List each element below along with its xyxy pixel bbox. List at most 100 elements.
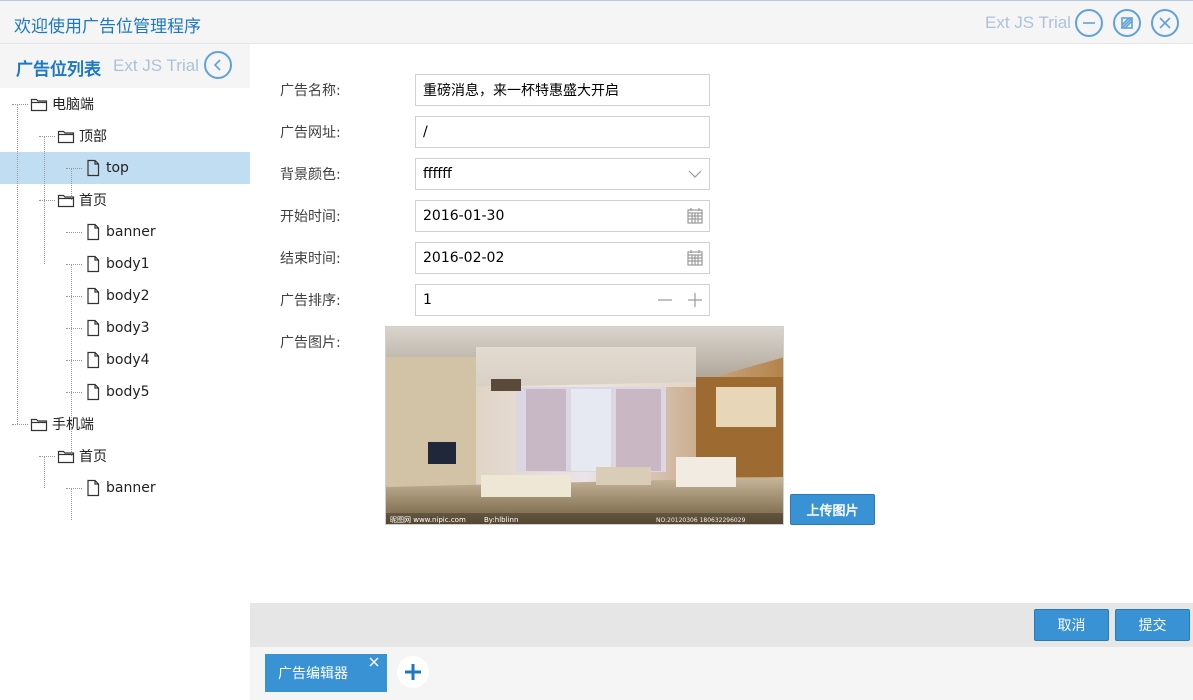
tree-connector (44, 456, 45, 488)
start-date-field[interactable]: 2016-01-30 (415, 200, 710, 232)
folder-icon (57, 127, 75, 145)
form-row-name: 广告名称: 重磅消息，来一杯特惠盛大开启 (280, 74, 710, 106)
url-value: / (423, 124, 428, 140)
start-date-value: 2016-01-30 (423, 208, 505, 224)
tree-node-label: body5 (106, 384, 150, 400)
folder-icon (30, 95, 48, 113)
tree-node[interactable]: 首页 (0, 184, 250, 216)
tree-connector (44, 136, 45, 264)
tree-node[interactable]: body1 (0, 248, 250, 280)
form-row-order: 广告排序: 1 (280, 284, 710, 316)
tab-label: 广告编辑器 (278, 666, 348, 682)
bgcolor-select[interactable]: ffffff (415, 158, 710, 190)
tree-connector (71, 264, 72, 456)
submit-button[interactable]: 提交 (1115, 609, 1190, 641)
close-icon[interactable] (1151, 9, 1179, 37)
add-tab-button[interactable] (397, 656, 429, 688)
file-icon (84, 159, 102, 177)
tree-node-label: top (106, 160, 129, 176)
cancel-button[interactable]: 取消 (1034, 609, 1109, 641)
tree-node[interactable]: body4 (0, 344, 250, 376)
end-date-field[interactable]: 2016-02-02 (415, 242, 710, 274)
url-field[interactable]: / (415, 116, 710, 148)
form-toolbar: 取消 提交 (250, 603, 1193, 647)
tree-node-label: body3 (106, 320, 150, 336)
order-value: 1 (423, 292, 432, 308)
folder-icon (30, 415, 48, 433)
calendar-icon[interactable] (679, 201, 709, 231)
file-icon (84, 319, 102, 337)
form-row-end: 结束时间: 2016-02-02 (280, 242, 710, 274)
tree-node[interactable]: 顶部 (0, 120, 250, 152)
tree-node-label: body2 (106, 288, 150, 304)
app-window: 欢迎使用广告位管理程序 Ext JS Trial 广告位列表 Ext JS Tr… (0, 0, 1193, 700)
end-label: 结束时间: (280, 251, 341, 267)
plus-icon (405, 664, 421, 680)
tree-node-label: 首页 (79, 449, 107, 465)
tree-node[interactable]: 手机端 (0, 408, 250, 440)
title-bar: 欢迎使用广告位管理程序 Ext JS Trial (0, 0, 1193, 44)
form-row-url: 广告网址: / (280, 116, 710, 148)
ad-editor-form: 广告名称: 重磅消息，来一杯特惠盛大开启 广告网址: / 背景颜色: fffff… (250, 44, 1193, 603)
tree-connector (17, 104, 18, 424)
order-stepper[interactable]: 1 (415, 284, 710, 316)
file-icon (84, 351, 102, 369)
tree-node-label: banner (106, 480, 156, 496)
chevron-down-icon[interactable] (679, 159, 709, 189)
restore-icon[interactable] (1113, 9, 1141, 37)
form-row-bgcolor: 背景颜色: ffffff (280, 158, 710, 190)
name-label: 广告名称: (280, 83, 341, 99)
collapse-icon[interactable] (204, 51, 232, 79)
start-label: 开始时间: (280, 209, 341, 225)
tree-node[interactable]: body2 (0, 280, 250, 312)
bgcolor-value: ffffff (423, 166, 452, 182)
trial-label: Ext JS Trial (113, 56, 199, 75)
plus-icon[interactable] (679, 285, 709, 315)
tree-connector (71, 168, 72, 200)
name-field[interactable]: 重磅消息，来一杯特惠盛大开启 (415, 74, 710, 106)
tree-node-label: body4 (106, 352, 150, 368)
folder-icon (57, 447, 75, 465)
upload-image-button[interactable]: 上传图片 (790, 494, 875, 525)
close-icon[interactable] (368, 656, 382, 670)
tree-node-label: 电脑端 (52, 97, 94, 113)
trial-label: Ext JS Trial (985, 13, 1071, 32)
file-icon (84, 223, 102, 241)
tree-connector (71, 488, 72, 520)
ad-image-preview: 昵图网 www.nipic.com By:hlblinn NO:20120306… (385, 326, 784, 525)
bgcolor-label: 背景颜色: (280, 167, 341, 183)
name-value: 重磅消息，来一杯特惠盛大开启 (423, 83, 619, 99)
file-icon (84, 479, 102, 497)
tab-ad-editor[interactable]: 广告编辑器 (265, 654, 387, 692)
tree-node-label: body1 (106, 256, 150, 272)
tree-node[interactable]: top (0, 152, 250, 184)
ad-slot-panel: 广告位列表 Ext JS Trial 电脑端顶部 top 首页 banner body1… (0, 44, 250, 700)
minimize-icon[interactable] (1075, 9, 1103, 37)
tree-node-label: 顶部 (79, 129, 107, 145)
tree-node[interactable]: 首页 (0, 440, 250, 472)
tree-node[interactable]: 电脑端 (0, 88, 250, 120)
tree-node[interactable]: body5 (0, 376, 250, 408)
url-label: 广告网址: (280, 125, 341, 141)
tree-node-label: 手机端 (52, 417, 94, 433)
calendar-icon[interactable] (679, 243, 709, 273)
watermark-mid: By:hlblinn (484, 516, 518, 524)
end-date-value: 2016-02-02 (423, 250, 505, 266)
tree-node-label: 首页 (79, 193, 107, 209)
tree-node[interactable]: banner (0, 472, 250, 504)
interior-photo: 昵图网 www.nipic.com By:hlblinn NO:20120306… (386, 327, 783, 524)
minus-icon[interactable] (649, 285, 679, 315)
file-icon (84, 287, 102, 305)
order-label: 广告排序: (280, 293, 341, 309)
tree-node[interactable]: banner (0, 216, 250, 248)
window-title: 欢迎使用广告位管理程序 (14, 17, 201, 37)
panel-header: 广告位列表 Ext JS Trial (0, 44, 250, 88)
folder-icon (57, 191, 75, 209)
tree-node[interactable]: body3 (0, 312, 250, 344)
panel-title: 广告位列表 (16, 60, 101, 80)
file-icon (84, 255, 102, 273)
form-row-start: 开始时间: 2016-01-30 (280, 200, 710, 232)
watermark-left: 昵图网 www.nipic.com (390, 516, 466, 524)
file-icon (84, 383, 102, 401)
form-row-image: 广告图片: (280, 326, 385, 358)
